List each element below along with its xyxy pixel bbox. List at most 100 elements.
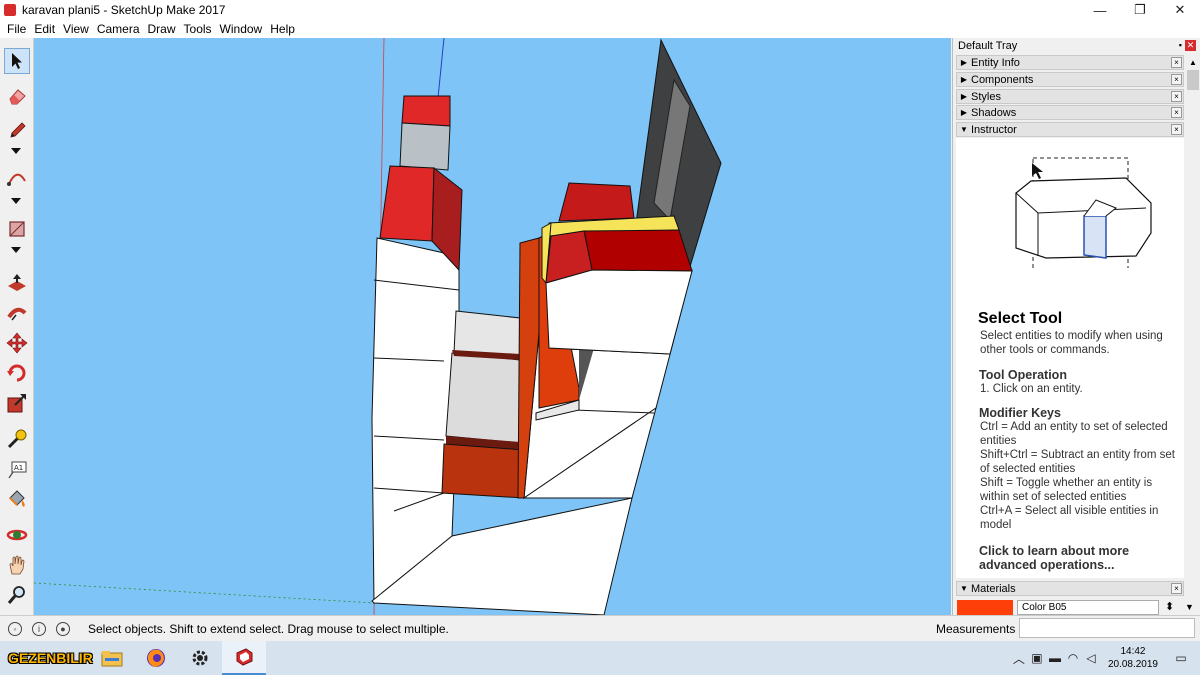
select-tool-button[interactable]: [4, 48, 30, 74]
measurements-input[interactable]: [1019, 618, 1195, 638]
geo-location-icon[interactable]: ◦: [8, 621, 22, 636]
pencil-dropdown-arrow[interactable]: [11, 148, 21, 154]
taskbar-firefox[interactable]: [134, 641, 178, 675]
menu-window[interactable]: Window: [216, 22, 267, 36]
red-top-block: [558, 182, 635, 222]
battery-icon[interactable]: ▬: [1046, 649, 1064, 667]
expanded-triangle-icon: ▼: [960, 125, 968, 134]
tray-scrollbar[interactable]: ▲: [1186, 58, 1200, 598]
paint-bucket-icon: [9, 490, 25, 507]
menu-view[interactable]: View: [59, 22, 93, 36]
modifier-keys-heading: Modifier Keys: [979, 406, 1061, 420]
chevron-up-icon[interactable]: ︿: [1010, 649, 1028, 667]
menu-bar: File Edit View Camera Draw Tools Window …: [0, 20, 1200, 38]
move-tool-button[interactable]: [4, 330, 30, 356]
panel-close-button[interactable]: ×: [1171, 124, 1182, 135]
material-name-field[interactable]: Color B05: [1017, 600, 1159, 615]
scale-icon: [7, 394, 26, 413]
pan-tool-button[interactable]: [4, 552, 30, 578]
default-tray: Default Tray ▪ ✕ ▶ Entity Info × ▶ Compo…: [952, 38, 1200, 615]
select-icon: [12, 53, 22, 69]
network-device-icon[interactable]: ▣: [1028, 649, 1046, 667]
tray-close-button[interactable]: ✕: [1185, 40, 1196, 51]
rotate-tool-button[interactable]: [4, 360, 30, 386]
panel-label: Instructor: [971, 123, 1017, 136]
interior-bottom-block: [441, 443, 525, 499]
minimize-button[interactable]: —: [1080, 0, 1120, 20]
zoom-tool-button[interactable]: [4, 582, 30, 608]
chevron-down-icon[interactable]: ▼: [1185, 602, 1194, 612]
paint-sample-icon[interactable]: ⬍: [1165, 600, 1174, 613]
panel-close-button[interactable]: ×: [1171, 107, 1182, 118]
rectangle-tool-button[interactable]: [4, 216, 30, 242]
menu-draw[interactable]: Draw: [144, 22, 180, 36]
paint-bucket-tool-button[interactable]: [4, 486, 30, 512]
notifications-icon[interactable]: ▭: [1172, 649, 1190, 667]
clock-date: 20.08.2019: [1107, 659, 1158, 670]
panel-close-button[interactable]: ×: [1171, 583, 1182, 594]
info-icon[interactable]: i: [32, 621, 46, 636]
panel-materials[interactable]: ▼ Materials ×: [956, 581, 1184, 596]
tool-operation-text: 1. Click on an entity.: [980, 383, 1083, 395]
tray-header: Default Tray ▪ ✕: [953, 38, 1200, 54]
material-color-swatch[interactable]: [957, 600, 1013, 615]
collapsed-triangle-icon: ▶: [960, 108, 968, 117]
push-pull-icon: [8, 274, 26, 291]
eraser-tool-button[interactable]: [4, 83, 30, 109]
panel-close-button[interactable]: ×: [1171, 74, 1182, 85]
status-message: Select objects. Shift to extend select. …: [88, 621, 449, 636]
expanded-triangle-icon: ▼: [960, 584, 968, 593]
push-pull-tool-button[interactable]: [4, 270, 30, 296]
orbit-icon: [6, 529, 28, 541]
panel-shadows[interactable]: ▶ Shadows ×: [956, 105, 1184, 120]
maximize-button[interactable]: ❐: [1120, 0, 1160, 20]
volume-icon[interactable]: ◁: [1082, 649, 1100, 667]
close-button[interactable]: ✕: [1160, 0, 1200, 20]
panel-styles[interactable]: ▶ Styles ×: [956, 89, 1184, 104]
rectangle-icon: [9, 221, 25, 237]
arc-dropdown-arrow[interactable]: [11, 198, 21, 204]
panel-instructor[interactable]: ▼ Instructor ×: [956, 122, 1184, 137]
panel-close-button[interactable]: ×: [1171, 57, 1182, 68]
clock[interactable]: 14:42 20.08.2019: [1108, 645, 1158, 671]
scale-tool-button[interactable]: [4, 390, 30, 416]
panel-components[interactable]: ▶ Components ×: [956, 72, 1184, 87]
panel-entity-info[interactable]: ▶ Entity Info ×: [956, 55, 1184, 70]
status-bar: ◦ i ● Select objects. Shift to extend se…: [0, 615, 1200, 641]
settings-icon: [192, 650, 208, 666]
text-tool-button[interactable]: A1: [4, 456, 30, 482]
panel-close-button[interactable]: ×: [1171, 91, 1182, 102]
chimney-top: [401, 95, 451, 127]
tape-measure-tool-button[interactable]: [4, 426, 30, 452]
menu-help[interactable]: Help: [266, 22, 299, 36]
zoom-icon: [7, 586, 25, 604]
follow-me-tool-button[interactable]: [4, 300, 30, 326]
modifier-ctrl: Ctrl = Add an entity to set of selected …: [980, 421, 1168, 447]
taskbar-settings[interactable]: [178, 641, 222, 675]
file-explorer-icon: [101, 651, 123, 667]
arc-icon: [7, 173, 26, 186]
brand-logo: GEZENBILIR: [8, 650, 93, 666]
menu-file[interactable]: File: [3, 22, 30, 36]
model-viewport[interactable]: [34, 38, 951, 615]
tape-measure-icon: [7, 429, 27, 449]
orbit-tool-button[interactable]: [4, 522, 30, 548]
menu-tools[interactable]: Tools: [180, 22, 216, 36]
taskbar-file-explorer[interactable]: [90, 641, 134, 675]
text-tool-label: A1: [14, 464, 23, 472]
scroll-thumb[interactable]: [1187, 70, 1199, 90]
pin-icon[interactable]: ▪: [1179, 40, 1182, 50]
pencil-tool-button[interactable]: [4, 117, 30, 143]
modifier-ctrl-a: Ctrl+A = Select all visible entities in …: [980, 505, 1159, 531]
menu-camera[interactable]: Camera: [93, 22, 144, 36]
arc-tool-button[interactable]: [4, 166, 30, 192]
wifi-icon[interactable]: ◠: [1064, 649, 1082, 667]
scroll-up-icon[interactable]: ▲: [1189, 58, 1197, 67]
learn-more-link[interactable]: Click to learn about more advanced opera…: [979, 544, 1149, 572]
menu-edit[interactable]: Edit: [30, 22, 59, 36]
taskbar-sketchup[interactable]: [222, 641, 266, 675]
upper-white-face: [545, 269, 693, 355]
user-icon[interactable]: ●: [56, 621, 70, 636]
shapes-dropdown-arrow[interactable]: [11, 247, 21, 253]
instructor-description: Select entities to modify when using oth…: [980, 330, 1163, 356]
